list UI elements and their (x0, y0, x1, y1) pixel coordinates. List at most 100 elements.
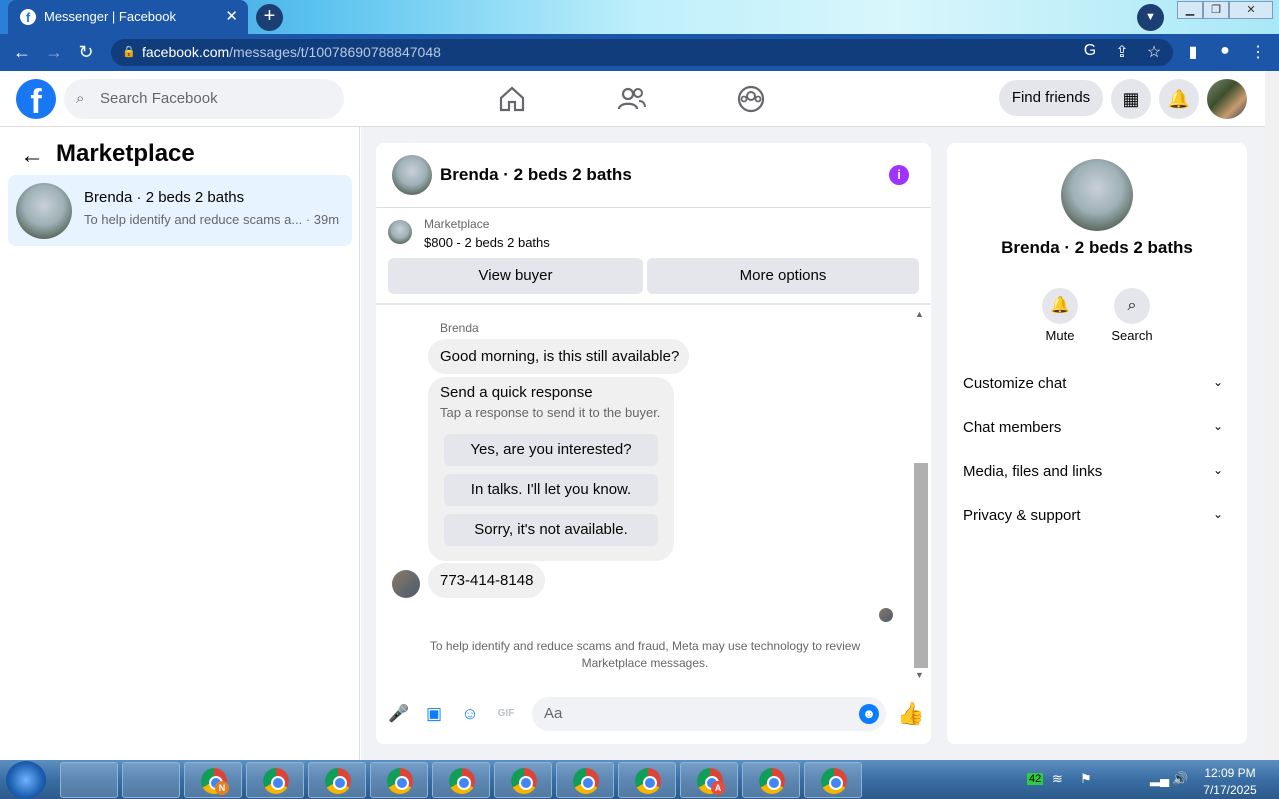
privacy-support-section[interactable]: Privacy & support ⌄ (963, 507, 1231, 524)
flag-icon[interactable]: ⚑ (1080, 771, 1092, 787)
share-icon[interactable]: ⇪ (1111, 42, 1133, 62)
friends-icon[interactable] (617, 84, 647, 114)
facebook-logo-icon[interactable]: f (16, 79, 56, 121)
photo-icon[interactable]: ▣ (424, 704, 444, 724)
mute-bell-icon[interactable]: 🔔 (1042, 288, 1078, 324)
listing-small-thumbnail (388, 220, 412, 244)
divider (376, 207, 931, 208)
quick-response-option[interactable]: Yes, are you interested? (444, 434, 658, 466)
url-path: /messages/t/10078690788847048 (229, 44, 441, 60)
chrome-taskbar-item[interactable] (370, 762, 428, 798)
message-input[interactable]: Aa (532, 697, 886, 731)
section-label: Chat members (963, 419, 1062, 436)
clock-time: 12:09 PM (1204, 766, 1256, 780)
scroll-up-icon[interactable]: ▲ (915, 309, 924, 319)
address-bar[interactable]: 🔒 facebook.com/messages/t/100786907888470… (111, 39, 1173, 66)
section-label: Privacy & support (963, 507, 1081, 524)
info-icon[interactable]: i (889, 165, 909, 185)
chrome-taskbar-item[interactable] (494, 762, 552, 798)
google-icon[interactable]: G (1079, 42, 1101, 60)
chrome-taskbar-item[interactable] (804, 762, 862, 798)
start-button[interactable] (6, 761, 46, 799)
taskbar-clock[interactable]: 12:09 PM 7/17/2025 (1197, 765, 1263, 799)
section-label: Customize chat (963, 375, 1067, 392)
search-facebook-input[interactable]: ⌕ Search Facebook (64, 79, 344, 119)
tab-close-icon[interactable]: ✕ (225, 7, 238, 25)
message-bubble[interactable]: Good morning, is this still available? (428, 339, 689, 374)
sticker-icon[interactable]: ☺ (460, 704, 480, 724)
chrome-taskbar-item[interactable] (246, 762, 304, 798)
search-placeholder: Search Facebook (100, 90, 218, 107)
profile-badge: N (215, 781, 229, 795)
menu-grid-icon[interactable]: ▦ (1111, 79, 1151, 119)
more-options-button[interactable]: More options (647, 258, 919, 294)
minimize-button[interactable]: ▁ (1177, 1, 1203, 19)
marketplace-label: Marketplace (424, 217, 490, 231)
chrome-taskbar-item[interactable] (556, 762, 614, 798)
close-window-button[interactable]: ✕ (1229, 1, 1273, 19)
chevron-down-icon: ⌄ (1212, 507, 1223, 521)
new-tab-button[interactable]: + (256, 4, 283, 31)
bookmark-star-icon[interactable]: ☆ (1143, 42, 1165, 62)
conversation-info-panel (947, 143, 1247, 744)
sender-avatar[interactable] (392, 570, 420, 598)
chat-item-name: Brenda · 2 beds 2 baths (84, 189, 245, 206)
chrome-taskbar-item[interactable] (618, 762, 676, 798)
quick-response-option[interactable]: Sorry, it's not available. (444, 514, 658, 546)
home-icon[interactable] (497, 84, 527, 114)
notifications-bell-icon[interactable]: 🔔 (1159, 79, 1199, 119)
snipping-tool-icon[interactable] (122, 762, 180, 798)
chevron-down-icon: ⌄ (1212, 463, 1223, 477)
emoji-icon[interactable]: ☻ (859, 704, 879, 724)
tab-search-button[interactable]: ▼ (1137, 4, 1164, 31)
lock-icon: 🔒 (122, 46, 136, 58)
file-explorer-icon[interactable] (60, 762, 118, 798)
section-label: Media, files and links (963, 463, 1103, 480)
browser-tab[interactable]: f Messenger | Facebook ✕ (8, 0, 248, 34)
view-buyer-button[interactable]: View buyer (388, 258, 643, 294)
scroll-down-icon[interactable]: ▼ (915, 670, 924, 680)
search-icon[interactable]: ⌕ (1114, 288, 1150, 324)
account-avatar[interactable] (1207, 79, 1247, 119)
chrome-taskbar-item[interactable]: A (680, 762, 738, 798)
profile-icon[interactable]: ● (1214, 42, 1236, 60)
facebook-favicon-icon: f (20, 9, 36, 25)
message-bubble[interactable]: 773-414-8148 (428, 563, 545, 598)
media-files-section[interactable]: Media, files and links ⌄ (963, 463, 1231, 480)
volume-icon[interactable]: 🔊 (1172, 771, 1188, 787)
back-arrow-icon[interactable]: ← (11, 42, 33, 63)
chrome-taskbar-item[interactable] (432, 762, 490, 798)
quick-response-option[interactable]: In talks. I'll let you know. (444, 474, 658, 506)
restore-button[interactable]: ❐ (1203, 1, 1229, 19)
quick-response-subtitle: Tap a response to send it to the buyer. (440, 405, 661, 420)
chrome-taskbar-item[interactable]: N (184, 762, 242, 798)
groups-icon[interactable] (736, 84, 766, 114)
wifi-icon[interactable]: ≋ (1052, 771, 1063, 787)
conversation-name: Brenda · 2 beds 2 baths (1001, 238, 1193, 257)
chrome-taskbar-item[interactable] (308, 762, 366, 798)
profile-badge: A (711, 781, 725, 795)
conversation-avatar[interactable] (392, 155, 432, 195)
microphone-icon[interactable]: 🎤 (388, 704, 409, 724)
chat-item-preview: To help identify and reduce scams a... ·… (84, 212, 340, 227)
customize-chat-section[interactable]: Customize chat ⌄ (963, 375, 1231, 392)
forward-arrow-icon[interactable]: → (43, 42, 65, 63)
chat-preview-text: To help identify and reduce scams a... (84, 212, 303, 227)
tray-badge[interactable]: 42 (1027, 773, 1044, 785)
gif-icon[interactable]: GIF (496, 704, 516, 724)
thumbs-up-icon[interactable]: 👍 (897, 701, 924, 727)
chevron-down-icon: ⌄ (1212, 375, 1223, 389)
message-scrollbar-thumb[interactable] (914, 463, 928, 668)
signal-icon[interactable]: ▂▄ (1150, 771, 1169, 787)
chat-members-section[interactable]: Chat members ⌄ (963, 419, 1231, 436)
side-panel-icon[interactable]: ▮ (1182, 42, 1204, 62)
back-arrow-icon[interactable]: ← (20, 142, 44, 170)
browser-menu-icon[interactable]: ⋮ (1247, 42, 1269, 62)
sender-name: Brenda (440, 321, 479, 335)
page-scrollbar[interactable] (1265, 71, 1279, 760)
reload-icon[interactable]: ↻ (75, 42, 97, 63)
conversation-title[interactable]: Brenda · 2 beds 2 baths (440, 165, 632, 185)
listing-price[interactable]: $800 - 2 beds 2 baths (424, 235, 550, 250)
find-friends-button[interactable]: Find friends (999, 80, 1103, 116)
chrome-taskbar-item[interactable] (742, 762, 800, 798)
